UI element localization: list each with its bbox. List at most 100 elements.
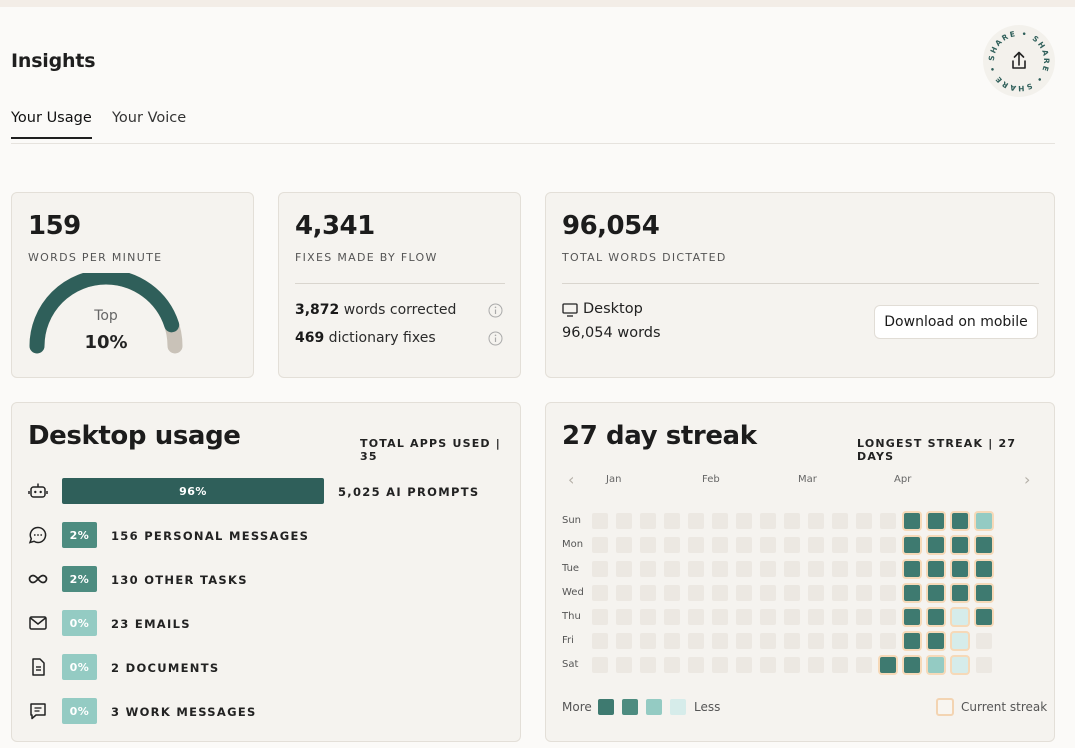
download-mobile-button[interactable]: Download on mobile [874,305,1038,339]
streak-cell [952,537,968,553]
streak-cell [976,633,992,649]
mail-icon [28,613,48,637]
streak-cell [712,609,728,625]
streak-cell [952,657,968,673]
next-chevron-icon[interactable]: › [1024,470,1030,489]
streak-cell [808,585,824,601]
streak-cell [760,609,776,625]
streak-cell [976,609,992,625]
streak-cell [616,633,632,649]
streak-cell [736,561,752,577]
streak-cell [760,657,776,673]
streak-cell [760,561,776,577]
info-icon[interactable] [488,303,503,318]
tab-your-usage[interactable]: Your Usage [11,110,92,139]
streak-cell [928,609,944,625]
streak-cell [736,513,752,529]
legend-more: More [562,700,592,714]
dictated-caption: TOTAL WORDS DICTATED [562,251,727,264]
streak-cell [880,609,896,625]
legend-swatch [670,699,686,715]
desktop-usage-title: Desktop usage [28,421,241,451]
streak-cell [592,609,608,625]
streak-cell [952,561,968,577]
total-apps-used: TOTAL APPS USED | 35 [360,437,501,463]
streak-cell [952,609,968,625]
month-label: Jan [606,474,622,485]
streak-title: 27 day streak [562,421,757,451]
streak-cell [904,537,920,553]
streak-cell [592,585,608,601]
info-icon[interactable] [488,331,503,346]
streak-cell [904,513,920,529]
share-icon [1012,51,1026,69]
wpm-caption: WORDS PER MINUTE [28,251,163,264]
streak-cell [856,657,872,673]
document-icon [28,657,48,681]
dictated-value: 96,054 [562,211,660,241]
streak-cell [592,657,608,673]
longest-streak: LONGEST STREAK | 27 DAYS [857,437,1017,463]
streak-cell [712,633,728,649]
streak-cell [688,609,704,625]
fixes-card: 4,341 FIXES MADE BY FLOW 3,872 words cor… [278,192,521,378]
share-button[interactable]: SHARE • SHARE • SHARE • [983,25,1055,97]
usage-bar: 0% [62,610,97,636]
day-label: Thu [562,611,581,622]
streak-cell [808,657,824,673]
streak-cell [688,585,704,601]
streak-cell [592,633,608,649]
streak-cell [616,537,632,553]
wpm-card: 159 WORDS PER MINUTE Top 10% [11,192,254,378]
tab-your-voice[interactable]: Your Voice [112,110,186,138]
month-label: Apr [894,474,912,485]
page-title: Insights [11,50,96,72]
streak-cell [736,609,752,625]
desktop-icon [562,303,578,317]
streak-cell [856,537,872,553]
streak-cell [832,633,848,649]
streak-cell [880,633,896,649]
streak-cell [928,633,944,649]
day-label: Sat [562,659,579,670]
streak-cell [832,537,848,553]
usage-label: 130 OTHER TASKS [111,573,248,587]
words-corrected: 3,872 words corrected [295,302,457,318]
streak-cell [784,585,800,601]
streak-cell [808,561,824,577]
streak-cell [640,561,656,577]
streak-cell [592,537,608,553]
streak-cell [640,609,656,625]
streak-cell [856,561,872,577]
usage-bar: 0% [62,654,97,680]
streak-cell [808,537,824,553]
wpm-value: 159 [28,211,81,241]
legend-less: Less [694,700,721,714]
streak-cell [880,513,896,529]
streak-cell [904,561,920,577]
streak-cell [760,585,776,601]
streak-cell [856,513,872,529]
streak-cell [904,657,920,673]
streak-card: 27 day streak LONGEST STREAK | 27 DAYS ‹… [545,402,1055,742]
month-label: Mar [798,474,817,485]
streak-cell [904,633,920,649]
streak-cell [784,537,800,553]
streak-cell [976,513,992,529]
day-label: Mon [562,539,584,550]
streak-cell [976,537,992,553]
streak-cell [760,537,776,553]
streak-cell [784,609,800,625]
streak-cell [688,537,704,553]
streak-cell [832,609,848,625]
prev-chevron-icon[interactable]: ‹ [568,470,574,489]
gauge-percentile: 10% [84,332,128,353]
streak-cell [928,585,944,601]
streak-cell [784,513,800,529]
streak-cell [880,657,896,673]
streak-cell [616,657,632,673]
streak-cell [904,585,920,601]
streak-cell [688,561,704,577]
streak-cell [640,513,656,529]
streak-cell [760,633,776,649]
